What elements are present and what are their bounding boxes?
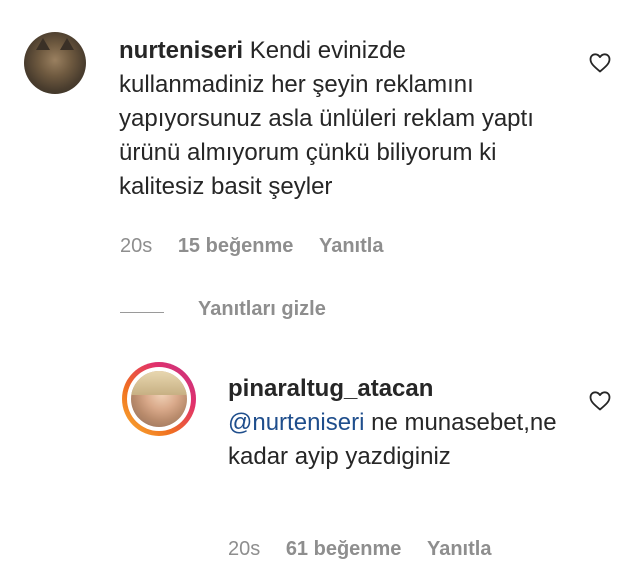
reply-meta: 20s 61 beğenme Yanıtla [228, 538, 511, 561]
reply-time: 20s [228, 538, 261, 560]
hide-replies-button[interactable]: Yanıtları gizle [198, 298, 326, 321]
avatar-ring-gap [127, 367, 191, 431]
profile-photo [131, 371, 187, 427]
reply-reply-button[interactable]: Yanıtla [427, 538, 491, 560]
reply-avatar[interactable] [122, 362, 196, 436]
cat-ear-right [60, 38, 74, 50]
profile-hair [131, 371, 187, 395]
comment-username[interactable]: nurteniseri [119, 37, 243, 64]
replies-divider [120, 312, 164, 313]
reply-mention[interactable]: @nurteniseri [228, 409, 364, 436]
cat-ear-left [36, 38, 50, 50]
heart-icon[interactable] [588, 389, 612, 413]
comment-reply-button[interactable]: Yanıtla [319, 235, 383, 257]
comment-body: nurteniseri Kendi evinizde kullanmadiniz… [119, 34, 539, 204]
reply-body: pinaraltug_atacan @nurteniseri ne munase… [228, 372, 558, 474]
comment-meta: 20s 15 beğenme Yanıtla [120, 235, 403, 258]
reply-username[interactable]: pinaraltug_atacan [228, 372, 558, 406]
comment-likes[interactable]: 15 beğenme [178, 235, 294, 257]
commenter-avatar[interactable] [24, 32, 86, 94]
reply-likes[interactable]: 61 beğenme [286, 538, 402, 560]
heart-icon[interactable] [588, 51, 612, 75]
comment-time: 20s [120, 235, 153, 257]
